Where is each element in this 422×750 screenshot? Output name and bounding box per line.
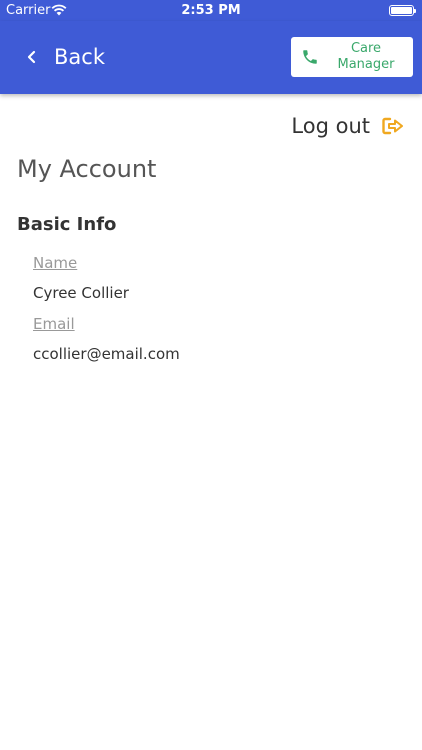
page-title: My Account xyxy=(17,155,157,183)
care-manager-button[interactable]: Care Manager xyxy=(291,37,413,77)
section-title-basic-info: Basic Info xyxy=(17,214,117,235)
name-value: Cyree Collier xyxy=(33,284,129,302)
back-button[interactable]: Back xyxy=(26,43,105,71)
email-value: ccollier@email.com xyxy=(33,345,180,363)
phone-icon xyxy=(303,50,317,64)
logout-label: Log out xyxy=(291,114,370,138)
logout-icon xyxy=(382,117,403,135)
top-nav-bar: Back Care Manager xyxy=(0,21,422,94)
status-bar: Carrier 2:53 PM xyxy=(0,0,422,21)
email-label: Email xyxy=(33,315,75,333)
clock: 2:53 PM xyxy=(181,3,241,18)
battery-icon xyxy=(389,5,416,16)
care-manager-label: Care Manager xyxy=(337,41,395,72)
chevron-left-icon xyxy=(27,50,36,64)
logout-button[interactable]: Log out xyxy=(291,112,404,140)
account-screen: Carrier 2:53 PM Back Care Manager Log ou… xyxy=(0,0,422,750)
name-label: Name xyxy=(33,254,78,272)
back-label: Back xyxy=(54,45,105,69)
